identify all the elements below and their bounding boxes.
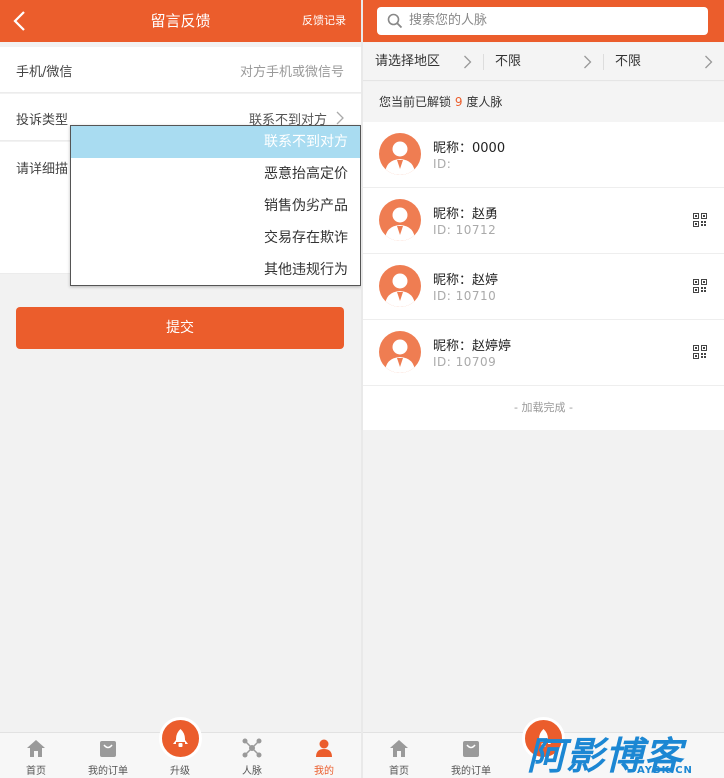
home-icon — [27, 740, 45, 757]
unlock-suffix: 度人脉 — [466, 95, 503, 109]
list-item[interactable]: 昵称：0000 ID: — [363, 122, 724, 188]
contacts-screen: 搜索您的人脉 请选择地区 不限 不限 您当前已解锁 9 度人脉 昵称：0000 … — [363, 0, 724, 778]
tab-home[interactable]: 首页 — [363, 733, 435, 778]
person-avatar-icon — [385, 141, 415, 175]
load-complete-text: - 加载完成 - — [363, 386, 724, 430]
tab-mine[interactable]: 我的 — [288, 733, 360, 778]
dropdown-option[interactable]: 恶意抬高定价 — [71, 158, 360, 190]
unlock-count: 9 — [454, 95, 463, 109]
avatar — [379, 199, 421, 241]
feedback-screen: 留言反馈 反馈记录 手机/微信 对方手机或微信号 投诉类型 联系不到对方 请详细… — [0, 0, 361, 778]
list-item[interactable]: 昵称：赵婷 ID: 10710 — [363, 254, 724, 320]
search-input[interactable]: 搜索您的人脉 — [377, 7, 708, 35]
avatar — [379, 133, 421, 175]
tab-orders[interactable]: 我的订单 — [435, 733, 507, 778]
filter-option-2[interactable]: 不限 — [483, 43, 603, 81]
filter-bar: 请选择地区 不限 不限 — [363, 43, 724, 81]
home-icon — [390, 740, 408, 757]
tab-label: 人脉 — [242, 766, 262, 777]
search-placeholder: 搜索您的人脉 — [409, 13, 488, 28]
tab-label: 首页 — [389, 766, 409, 777]
contact-row[interactable]: 手机/微信 对方手机或微信号 — [0, 47, 361, 93]
shopping-bag-icon — [100, 741, 116, 757]
tab-label: 我的订单 — [88, 766, 128, 777]
chevron-right-icon — [584, 55, 592, 69]
person-name: 昵称：赵婷婷 — [433, 339, 512, 354]
tab-label: 我的 — [314, 766, 334, 777]
chevron-right-icon — [705, 55, 713, 69]
detail-label: 请详细描 — [16, 162, 69, 177]
person-id: ID: 10710 — [433, 289, 497, 303]
unlock-status: 您当前已解锁 9 度人脉 — [363, 82, 724, 122]
person-avatar-icon — [385, 339, 415, 373]
contact-input[interactable]: 对方手机或微信号 — [240, 61, 344, 80]
avatar — [379, 331, 421, 373]
feedback-records-link[interactable]: 反馈记录 — [302, 0, 346, 42]
watermark-subtext: AYBK.CN — [637, 765, 693, 776]
filter-option-3[interactable]: 不限 — [603, 43, 724, 81]
tab-home[interactable]: 首页 — [0, 733, 72, 778]
list-item[interactable]: 昵称：赵勇 ID: 10712 — [363, 188, 724, 254]
complaint-type-dropdown: 联系不到对方 恶意抬高定价 销售伪劣产品 交易存在欺诈 其他违规行为 — [70, 125, 361, 286]
person-id: ID: 10712 — [433, 223, 497, 237]
qr-code-icon[interactable] — [693, 345, 707, 359]
person-id: ID: — [433, 157, 452, 171]
tab-label: 升级 — [170, 766, 190, 777]
chevron-right-icon — [464, 55, 472, 69]
avatar — [379, 265, 421, 307]
dropdown-option[interactable]: 联系不到对方 — [71, 126, 360, 158]
dropdown-option[interactable]: 交易存在欺诈 — [71, 222, 360, 254]
feedback-header: 留言反馈 反馈记录 — [0, 0, 361, 42]
qr-code-icon[interactable] — [693, 279, 707, 293]
tab-contacts[interactable]: 人脉 — [216, 733, 288, 778]
filter-label: 不限 — [495, 54, 522, 69]
tab-label: 首页 — [26, 766, 46, 777]
tab-orders[interactable]: 我的订单 — [72, 733, 144, 778]
list-item[interactable]: 昵称：赵婷婷 ID: 10709 — [363, 320, 724, 386]
person-avatar-icon — [385, 207, 415, 241]
complaint-type-label: 投诉类型 — [16, 113, 69, 128]
unlock-prefix: 您当前已解锁 — [379, 95, 452, 109]
qr-code-icon[interactable] — [693, 213, 707, 227]
dropdown-option[interactable]: 销售伪劣产品 — [71, 190, 360, 222]
person-name: 昵称：赵婷 — [433, 273, 499, 288]
person-id: ID: 10709 — [433, 355, 497, 369]
shopping-bag-icon — [463, 741, 479, 757]
watermark-logo: 阿影博客 AYBK.CN — [527, 729, 722, 778]
rocket-icon — [173, 729, 188, 747]
tab-label: 我的订单 — [451, 766, 491, 777]
chevron-right-icon — [336, 111, 344, 125]
filter-label: 请选择地区 — [375, 54, 441, 69]
person-avatar-icon — [385, 273, 415, 307]
user-icon — [316, 739, 332, 757]
upgrade-button[interactable] — [159, 717, 202, 760]
region-filter[interactable]: 请选择地区 — [363, 43, 483, 81]
search-header: 搜索您的人脉 — [363, 0, 724, 42]
submit-button[interactable]: 提交 — [16, 307, 344, 349]
dropdown-option[interactable]: 其他违规行为 — [71, 254, 360, 286]
person-name: 昵称：0000 — [433, 141, 506, 156]
search-icon — [387, 13, 403, 29]
network-icon — [242, 738, 262, 758]
filter-label: 不限 — [615, 54, 642, 69]
contact-label: 手机/微信 — [16, 65, 73, 80]
person-name: 昵称：赵勇 — [433, 207, 499, 222]
